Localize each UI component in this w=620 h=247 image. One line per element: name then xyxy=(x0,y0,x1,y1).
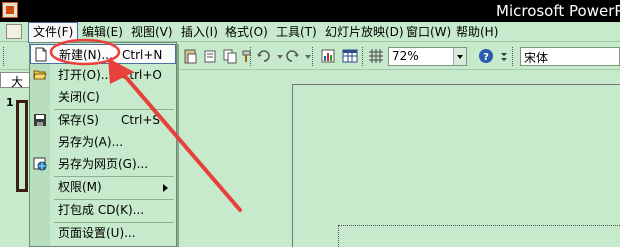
menu-item-close-label: 关闭(C) xyxy=(58,90,100,104)
title-bar: Microsoft PowerPoi xyxy=(0,0,620,22)
submenu-arrow-icon xyxy=(163,184,168,192)
menu-edit[interactable]: 编辑(E) xyxy=(78,22,127,42)
redo-icon[interactable] xyxy=(284,48,300,64)
paste-icon[interactable] xyxy=(182,48,198,64)
insert-chart-icon[interactable] xyxy=(320,48,336,64)
slide-thumbnail[interactable] xyxy=(16,100,28,192)
toolbar-grip[interactable] xyxy=(512,47,515,66)
format-painter-icon[interactable] xyxy=(240,48,256,64)
undo-dropdown-icon[interactable] xyxy=(272,48,283,64)
menu-bar: 文件(F) 编辑(E) 视图(V) 插入(I) 格式(O) 工具(T) 幻灯片放… xyxy=(0,22,620,43)
menu-window[interactable]: 窗口(W) xyxy=(402,22,455,42)
menu-item-close[interactable]: 关闭(C) xyxy=(30,87,176,107)
menu-item-permission-label: 权限(M) xyxy=(58,180,102,194)
menu-view[interactable]: 视图(V) xyxy=(127,22,177,42)
file-menu-dropdown: 新建(N)... Ctrl+N 打开(O)... Ctrl+O 关闭(C) 保存… xyxy=(29,42,177,247)
menu-item-new-shortcut: Ctrl+N xyxy=(122,48,163,62)
new-document-icon xyxy=(34,47,48,62)
web-page-icon xyxy=(33,156,47,171)
slide-canvas[interactable] xyxy=(292,84,620,247)
toolbar-grip[interactable] xyxy=(3,47,6,66)
menu-item-package-cd-label: 打包成 CD(K)... xyxy=(58,203,145,217)
toolbar-separator xyxy=(250,47,253,66)
zoom-value: 72% xyxy=(392,49,419,63)
menu-item-save-as-web-label: 另存为网页(G)... xyxy=(58,157,149,171)
svg-text:?: ? xyxy=(483,52,489,63)
menu-item-save-as[interactable]: 另存为(A)... xyxy=(30,132,176,152)
powerpoint-window: Microsoft PowerPoi 文件(F) 编辑(E) 视图(V) 插入(… xyxy=(0,0,620,247)
menu-tools[interactable]: 工具(T) xyxy=(272,22,321,42)
save-disk-icon xyxy=(33,112,47,127)
menu-insert[interactable]: 插入(I) xyxy=(177,22,222,42)
menu-item-page-setup-label: 页面设置(U)... xyxy=(58,226,136,240)
grid-icon[interactable] xyxy=(368,48,384,64)
undo-icon[interactable] xyxy=(256,48,272,64)
tab-outline[interactable]: 大 xyxy=(0,72,30,89)
help-icon[interactable]: ? xyxy=(478,48,494,64)
font-select[interactable]: 宋体 xyxy=(520,47,620,66)
window-title: Microsoft PowerPoi xyxy=(496,2,620,20)
insert-table-icon[interactable] xyxy=(342,48,358,64)
menu-slideshow[interactable]: 幻灯片放映(D) xyxy=(321,22,408,42)
menu-item-new[interactable]: 新建(N)... Ctrl+N xyxy=(30,44,176,64)
zoom-select[interactable]: 72% xyxy=(388,47,467,66)
open-folder-icon xyxy=(33,67,47,82)
clipboard-icon[interactable] xyxy=(202,48,218,64)
menu-item-save-shortcut: Ctrl+S xyxy=(121,113,161,127)
document-icon[interactable] xyxy=(6,24,22,39)
menu-item-permission[interactable]: 权限(M) xyxy=(30,177,176,197)
font-value: 宋体 xyxy=(524,51,549,65)
menu-format[interactable]: 格式(O) xyxy=(221,22,272,42)
placeholder-box[interactable] xyxy=(338,225,620,247)
menu-item-save[interactable]: 保存(S) Ctrl+S xyxy=(30,110,176,130)
copy-icon[interactable] xyxy=(222,48,238,64)
menu-item-save-as-label: 另存为(A)... xyxy=(58,135,124,149)
menu-item-open[interactable]: 打开(O)... Ctrl+O xyxy=(30,65,176,85)
menu-item-open-shortcut: Ctrl+O xyxy=(121,68,162,82)
toolbar-separator xyxy=(362,47,365,66)
menu-item-package-cd[interactable]: 打包成 CD(K)... xyxy=(30,200,176,220)
chevron-down-icon[interactable] xyxy=(453,48,466,65)
powerpoint-app-icon[interactable] xyxy=(2,2,18,18)
menu-item-save-label: 保存(S) xyxy=(58,113,99,127)
redo-dropdown-icon[interactable] xyxy=(300,48,311,64)
menu-item-open-label: 打开(O)... xyxy=(58,68,113,82)
toolbar-options-icon[interactable] xyxy=(496,48,507,64)
slide-number: 1 xyxy=(6,96,14,109)
menu-item-new-label: 新建(N)... xyxy=(59,48,113,62)
menu-file[interactable]: 文件(F) xyxy=(28,22,79,43)
menu-help[interactable]: 帮助(H) xyxy=(452,22,502,42)
menu-item-save-as-web[interactable]: 另存为网页(G)... xyxy=(30,154,176,174)
toolbar-separator xyxy=(312,47,315,66)
menu-item-page-setup[interactable]: 页面设置(U)... xyxy=(30,223,176,243)
